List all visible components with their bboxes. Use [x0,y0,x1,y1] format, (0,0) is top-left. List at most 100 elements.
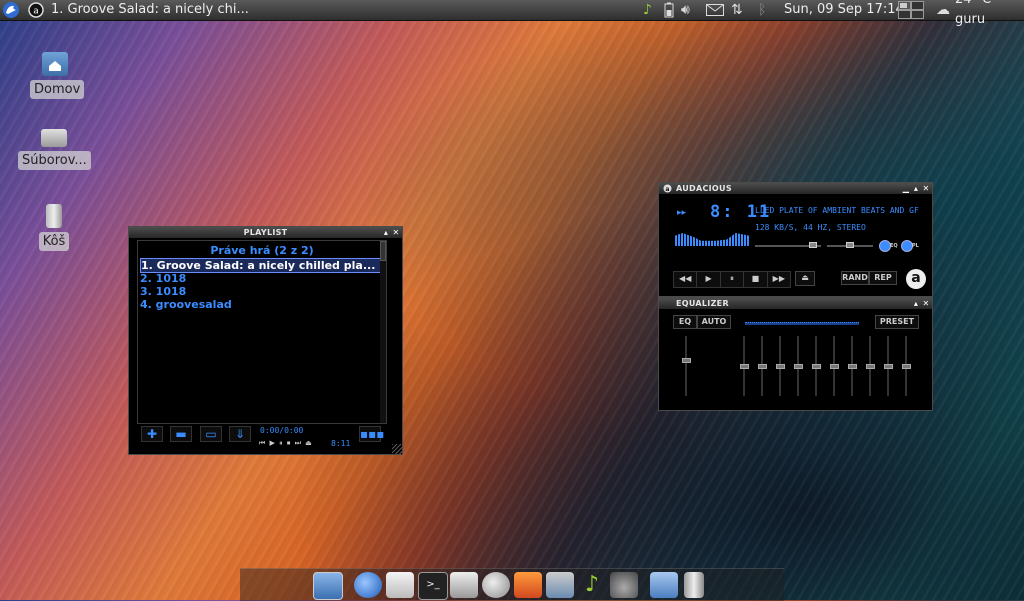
trash-icon [46,204,62,228]
eq-band-knob[interactable] [740,363,749,369]
shade-icon[interactable]: ▴ [912,299,920,308]
list-menu-button[interactable]: ▪▪▪ [359,426,384,442]
mini-transport[interactable]: ⏮ ▶ ⏸ ⏹ ⏭ ⏏ [259,439,313,448]
eq-band-knob[interactable] [830,363,839,369]
weather-text[interactable]: 24 °C guru [955,0,1024,27]
web-browser-icon[interactable] [354,572,382,598]
shade-icon[interactable]: ▴ [382,228,390,237]
media-player-icon[interactable] [514,572,542,598]
audacious-about-icon[interactable]: a [906,269,926,289]
network-icon[interactable]: ⇅ [731,0,743,20]
transport-bar: ◀◀ ▶ ⏸ ■ ▶▶ [673,271,791,288]
select-button[interactable]: ▭ [200,426,222,442]
playlist-list[interactable]: Práve hrá (2 z 2) 1. Groove Salad: a nic… [137,240,387,424]
settings-icon[interactable] [450,572,478,598]
desktop-icon-label: Domov [30,80,85,99]
eq-on-button[interactable]: EQ [673,315,697,329]
close-icon[interactable]: ✕ [392,228,400,237]
search-icon[interactable] [482,572,510,598]
volume-icon[interactable]: 🔊︎ [681,0,690,20]
close-icon[interactable]: ✕ [922,299,930,308]
equalizer-window: EQUALIZER ▴ ✕ EQ AUTO PRESET [658,297,933,411]
eq-band-knob[interactable] [758,363,767,369]
mail-icon[interactable] [706,0,724,20]
play-button[interactable]: ▶ [697,272,721,287]
playlist-row[interactable]: 1. Groove Salad: a nicely chilled pla... [140,258,382,273]
playlist-row[interactable]: 4. groovesalad [140,298,232,311]
playlist-scrollbar[interactable] [380,241,386,423]
playlist-window: PLAYLIST ▴ ✕ Práve hrá (2 z 2) 1. Groove… [128,226,403,455]
terminal-icon[interactable]: >_ [418,572,448,600]
audacious-dock-icon[interactable]: ♪ [578,572,606,598]
desktop-icon-trash[interactable]: Kôš [38,204,70,251]
playlist-row[interactable]: 2. 1018 [140,272,186,285]
repeat-button[interactable]: REP [869,271,897,285]
weather-icon[interactable]: ☁ [936,0,950,20]
remove-button[interactable]: ▬ [170,426,192,442]
now-playing-header: Práve hrá (2 z 2) [210,244,314,257]
gimp-icon[interactable] [610,572,638,598]
audacious-task-icon[interactable]: a [28,0,44,20]
audacious-title: AUDACIOUS [676,184,732,193]
eq-toggle-label: EQ [890,243,898,249]
desktop-icon-label: Súborov... [18,151,91,170]
top-panel: a 1. Groove Salad: a nicely chi... ♪ 🔊︎ … [0,0,1024,27]
shade-icon[interactable]: ▴ [912,184,920,193]
eq-curve-graph [745,322,859,325]
trash-dock-icon[interactable] [684,572,704,598]
pause-button[interactable]: ⏸ [721,272,745,287]
equalizer-titlebar[interactable]: EQUALIZER ▴ ✕ [659,298,932,309]
text-editor-icon[interactable] [546,572,574,598]
resize-grip[interactable] [392,444,402,454]
svg-text:a: a [665,186,669,193]
svg-text:a: a [33,7,39,17]
drive-icon [41,129,67,147]
preamp-slider[interactable] [685,336,687,396]
previous-button[interactable]: ◀◀ [674,272,698,287]
eq-band-knob[interactable] [866,363,875,369]
eq-band-knob[interactable] [884,363,893,369]
dock: >_ ♪ [240,568,784,601]
playlist-row[interactable]: 3. 1018 [140,285,186,298]
visualizer[interactable] [675,233,749,246]
eject-button[interactable]: ⏏ [795,271,815,286]
music-note-icon[interactable]: ♪ [643,0,652,20]
eq-band-knob[interactable] [776,363,785,369]
mail-client-icon[interactable] [386,572,414,598]
misc-button[interactable]: ⇓ [229,426,251,442]
playlist-titlebar[interactable]: PLAYLIST ▴ ✕ [129,227,402,238]
battery-icon[interactable] [664,0,674,20]
pl-toggle-label: PL [912,243,919,249]
playlist-title: PLAYLIST [243,228,288,237]
eq-band-knob[interactable] [812,363,821,369]
minimize-icon[interactable]: ▁ [902,184,910,193]
clock[interactable]: Sun, 09 Sep 17:14 [784,0,904,20]
eq-band-knob[interactable] [794,363,803,369]
audacious-titlebar[interactable]: a AUDACIOUS ▁ ▴ ✕ [659,183,932,194]
app-menu-icon[interactable] [2,0,20,20]
next-button[interactable]: ▶▶ [768,272,790,287]
show-desktop-icon[interactable] [313,572,343,600]
eq-preset-button[interactable]: PRESET [875,315,919,329]
add-button[interactable]: ✚ [141,426,163,442]
desktop-icon-label: Kôš [38,232,70,251]
shuffle-button[interactable]: RAND [841,271,869,285]
song-marquee[interactable]: LLED PLATE OF AMBIENT BEATS AND GF [755,206,925,215]
preamp-knob[interactable] [682,357,691,363]
eq-band-knob[interactable] [902,363,911,369]
playlist-time-total: 8:11 [331,439,351,448]
volume-knob[interactable] [809,242,817,248]
playlist-time-position: 0:00/0:00 [260,426,304,435]
close-icon[interactable]: ✕ [922,184,930,193]
desktop-icon-filesystem[interactable]: Súborov... [18,129,91,170]
eq-auto-button[interactable]: AUTO [697,315,731,329]
eq-band-knob[interactable] [848,363,857,369]
workspace-switcher[interactable] [898,0,924,20]
stop-button[interactable]: ■ [744,272,768,287]
desktop-icon-home[interactable]: Domov [30,52,85,99]
balance-knob[interactable] [846,242,854,248]
active-window-title[interactable]: 1. Groove Salad: a nicely chi... [51,0,249,20]
home-folder-icon [42,52,68,76]
bluetooth-icon[interactable]: ᛒ [758,0,766,20]
file-manager-icon[interactable] [650,572,678,598]
